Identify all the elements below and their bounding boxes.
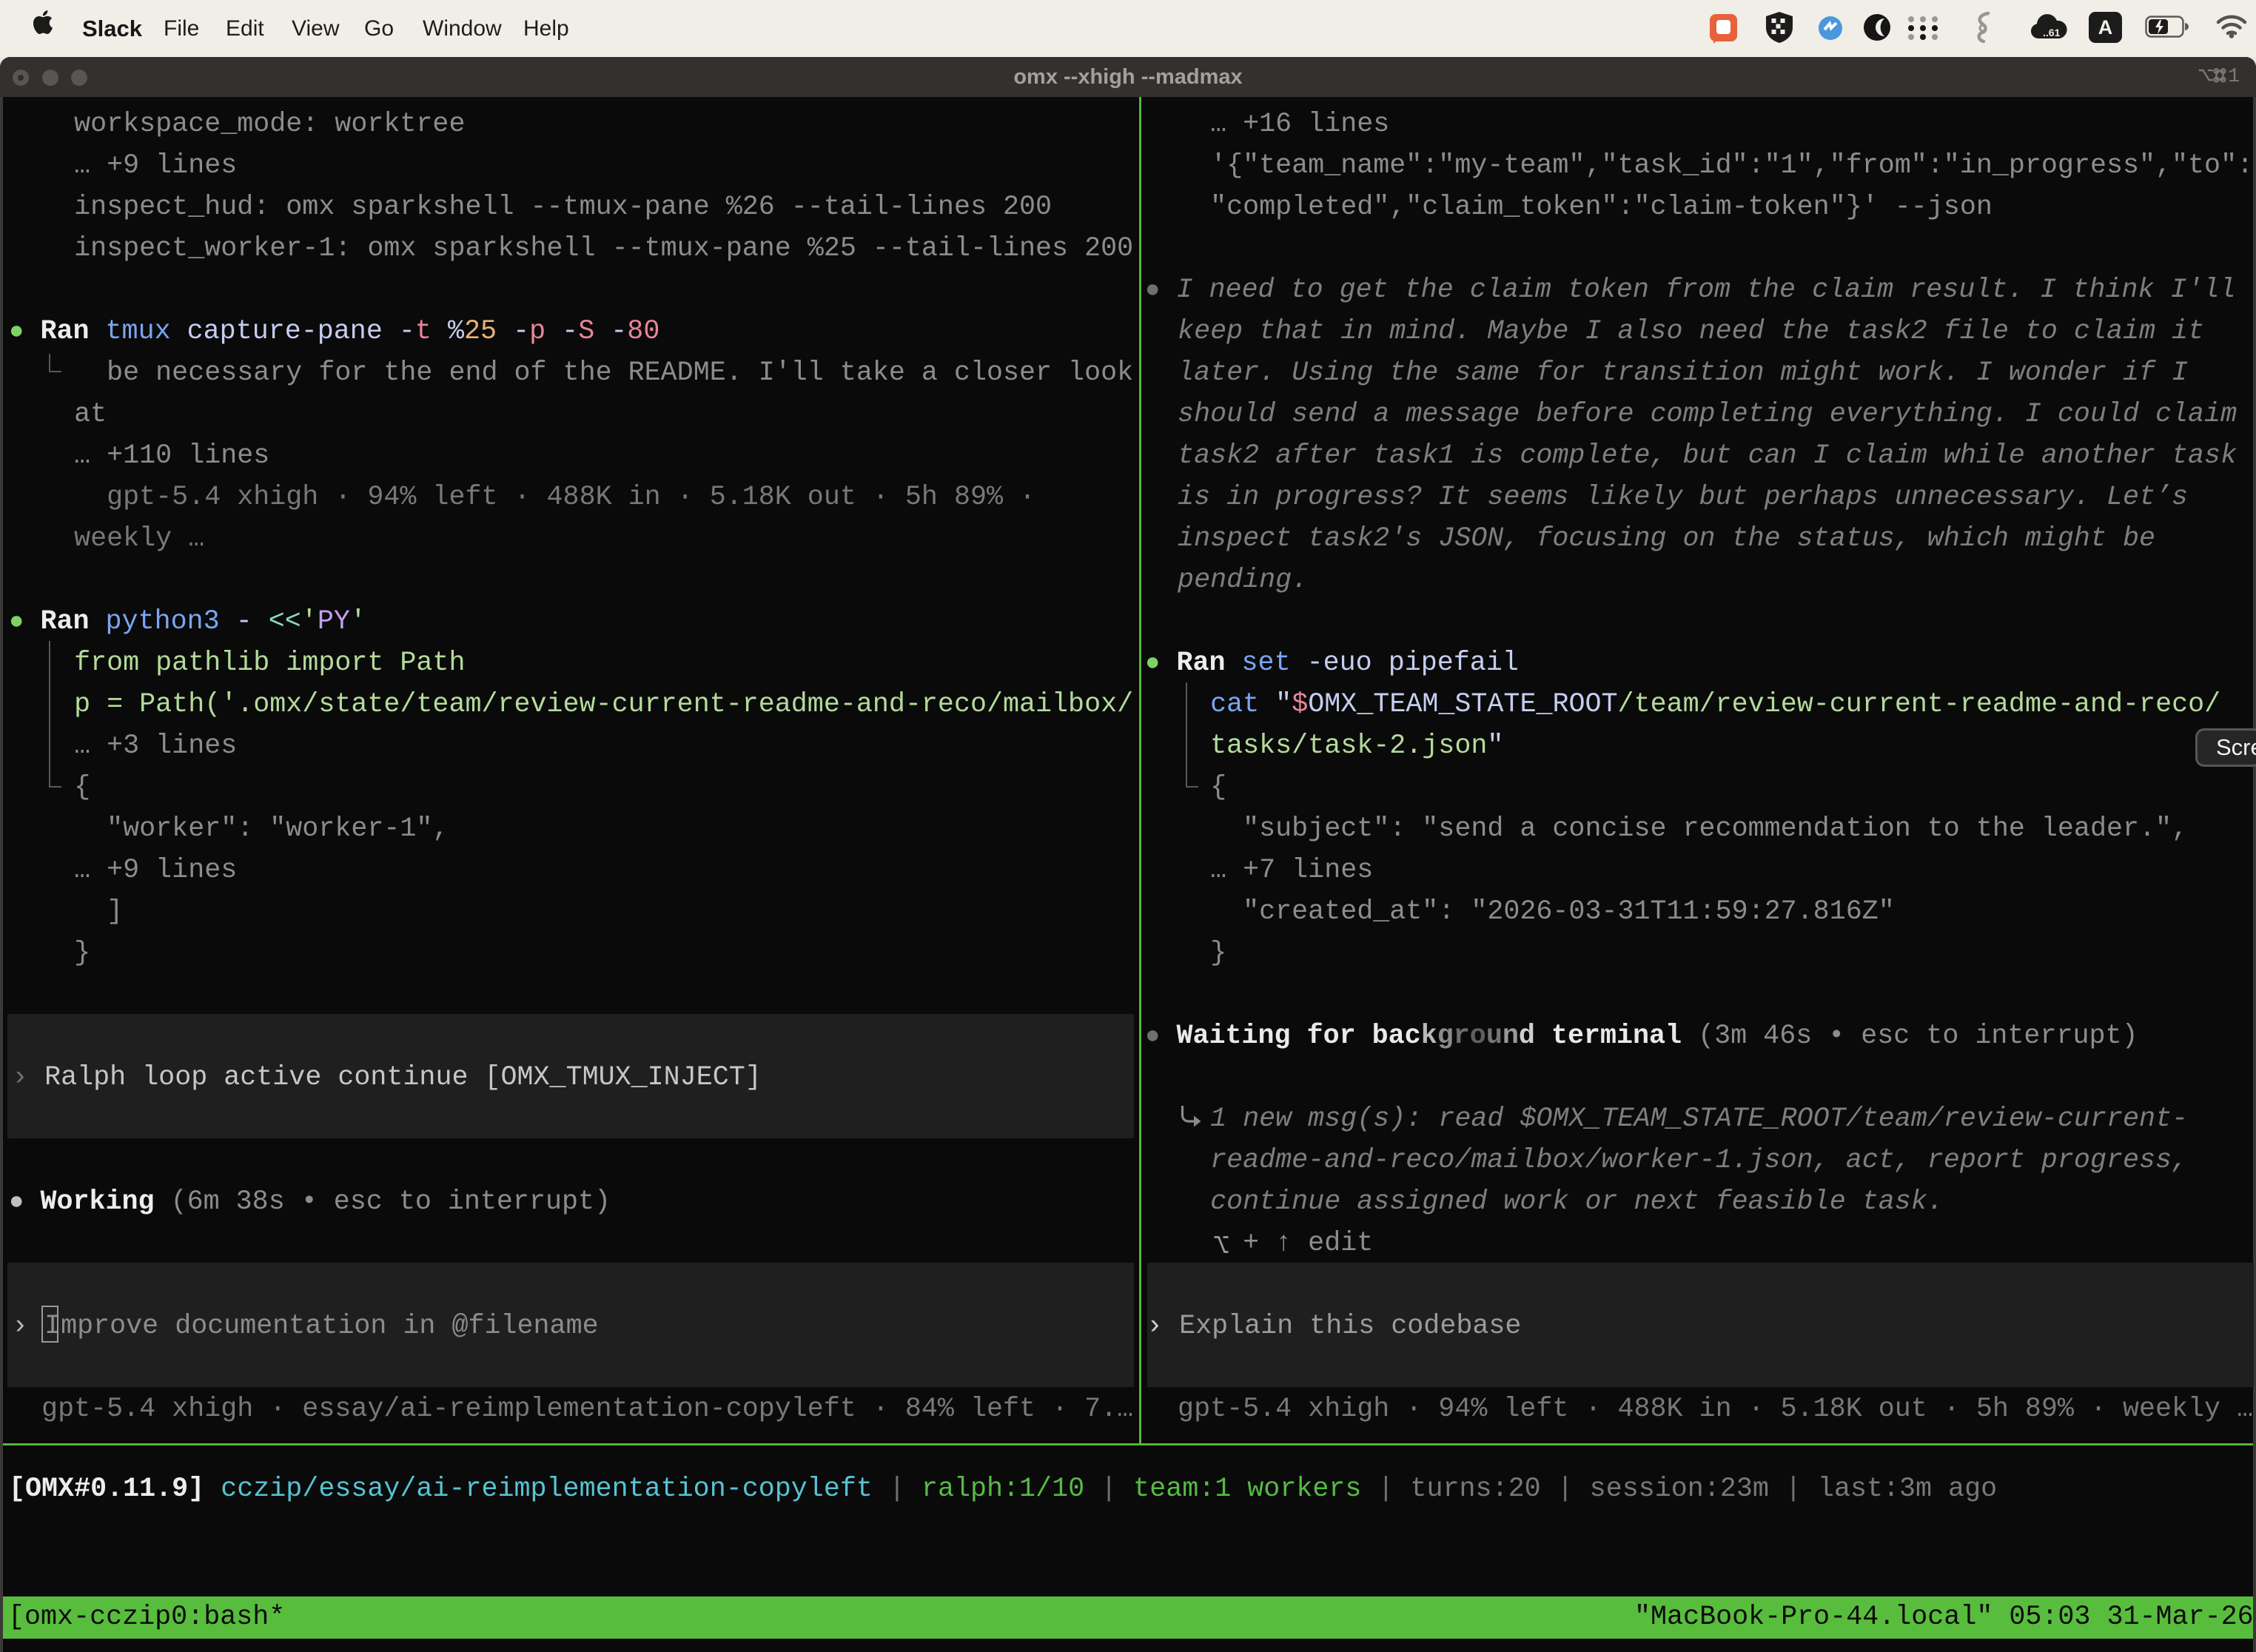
svg-text:..61: ..61 (2043, 27, 2061, 38)
